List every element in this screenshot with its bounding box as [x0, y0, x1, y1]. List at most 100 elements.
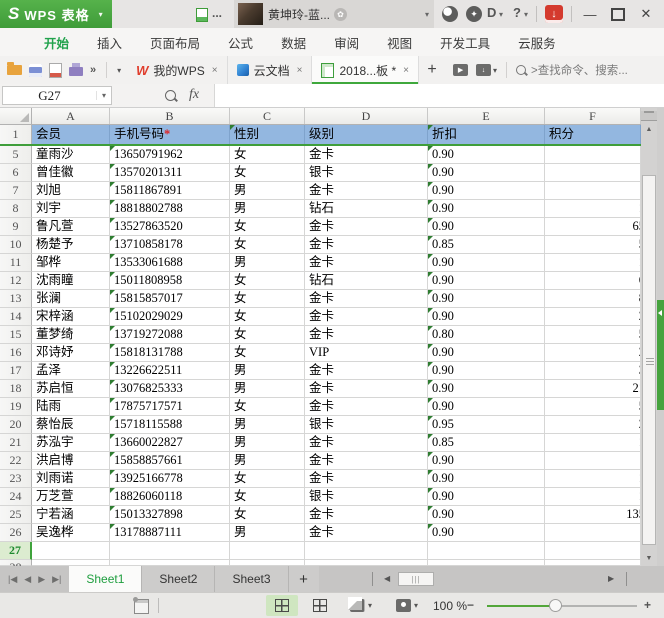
chevron-down-icon[interactable]: ▾	[524, 10, 528, 19]
cell-F8[interactable]: 1	[545, 200, 641, 218]
cell-A5[interactable]: 童雨沙	[32, 146, 110, 164]
docer-icon[interactable]: D	[487, 5, 496, 20]
cell-B6[interactable]: 13570201311	[110, 164, 230, 182]
cell-F23[interactable]: 1	[545, 470, 641, 488]
print-icon[interactable]	[69, 67, 83, 76]
row-header-8[interactable]: 8	[0, 200, 32, 218]
document-tab[interactable]: 2018...板 *×	[312, 56, 419, 84]
row-header-6[interactable]: 6	[0, 164, 32, 182]
cell-F22[interactable]	[545, 452, 641, 470]
new-tab-button[interactable]: +	[419, 61, 445, 79]
cell-B18[interactable]: 13076825333	[110, 380, 230, 398]
cell-C8[interactable]: 男	[230, 200, 305, 218]
cell-A21[interactable]: 苏泓宇	[32, 434, 110, 452]
save-icon[interactable]	[29, 64, 42, 77]
row-header-17[interactable]: 17	[0, 362, 32, 380]
ribbon-tab-数据[interactable]: 数据	[267, 33, 320, 52]
cell-B20[interactable]: 15718115588	[110, 416, 230, 434]
cell-B14[interactable]: 15102029029	[110, 308, 230, 326]
cell-F26[interactable]	[545, 524, 641, 542]
cell-A24[interactable]: 万芝萱	[32, 488, 110, 506]
row-header-12[interactable]: 12	[0, 272, 32, 290]
row-header-26[interactable]: 26	[0, 524, 32, 542]
cell-E12[interactable]: 0.90	[428, 272, 545, 290]
cell-C5[interactable]: 女	[230, 146, 305, 164]
scroll-left-icon[interactable]: ◀	[384, 574, 390, 583]
close-icon[interactable]: ×	[212, 65, 218, 76]
insert-function-icon[interactable]: fx	[189, 87, 199, 103]
cell-D23[interactable]: 金卡	[305, 470, 428, 488]
cell-C24[interactable]: 女	[230, 488, 305, 506]
row-header-9[interactable]: 9	[0, 218, 32, 236]
cell-D19[interactable]: 金卡	[305, 398, 428, 416]
task-pane-handle[interactable]	[657, 300, 664, 410]
column-header-B[interactable]: B	[110, 108, 230, 124]
import-document-icon[interactable]: ↓	[476, 64, 491, 76]
cell-B7[interactable]: 15811867891	[110, 182, 230, 200]
cell-E23[interactable]: 0.90	[428, 470, 545, 488]
header-cell-F1[interactable]: 积分	[545, 125, 641, 144]
cell-D27[interactable]	[305, 542, 428, 560]
cell-C21[interactable]: 男	[230, 434, 305, 452]
cell-C10[interactable]: 女	[230, 236, 305, 254]
chevron-down-icon[interactable]: ▾	[499, 10, 503, 19]
cell-C26[interactable]: 男	[230, 524, 305, 542]
cell-A6[interactable]: 曾佳徽	[32, 164, 110, 182]
search-function-icon[interactable]	[165, 90, 176, 101]
zoom-in-button[interactable]: +	[644, 598, 651, 612]
cell-B10[interactable]: 13710858178	[110, 236, 230, 254]
help-icon[interactable]: ?	[513, 5, 521, 20]
cell-F15[interactable]: 5	[545, 326, 641, 344]
cell-A15[interactable]: 董梦绮	[32, 326, 110, 344]
cell-B26[interactable]: 13178887111	[110, 524, 230, 542]
cell-F14[interactable]: 2	[545, 308, 641, 326]
download-upgrade-icon[interactable]: ↓	[545, 5, 563, 23]
column-header-F[interactable]: F	[545, 108, 641, 124]
cell-C19[interactable]: 女	[230, 398, 305, 416]
skin-theme-icon[interactable]	[442, 6, 458, 22]
sheet-tab-Sheet1[interactable]: Sheet1	[69, 566, 142, 592]
page-break-view-button[interactable]	[304, 595, 336, 616]
cell-F27[interactable]	[545, 542, 641, 560]
cell-B15[interactable]: 13719272088	[110, 326, 230, 344]
ribbon-tab-审阅[interactable]: 审阅	[320, 33, 373, 52]
cell-F10[interactable]: 5	[545, 236, 641, 254]
chevron-down-icon[interactable]: ▾	[414, 601, 418, 610]
cell-C27[interactable]	[230, 542, 305, 560]
row-header-7[interactable]: 7	[0, 182, 32, 200]
cell-E13[interactable]: 0.90	[428, 290, 545, 308]
workbook-status-icon[interactable]	[134, 599, 149, 614]
ribbon-tab-页面布局[interactable]: 页面布局	[136, 33, 214, 52]
cell-E8[interactable]: 0.90	[428, 200, 545, 218]
cell-E27[interactable]	[428, 542, 545, 560]
cell-D8[interactable]: 钻石	[305, 200, 428, 218]
cell-C14[interactable]: 女	[230, 308, 305, 326]
row-header-13[interactable]: 13	[0, 290, 32, 308]
cell-D13[interactable]: 金卡	[305, 290, 428, 308]
cell-D17[interactable]: 金卡	[305, 362, 428, 380]
row-header-11[interactable]: 11	[0, 254, 32, 272]
cell-F19[interactable]: 5	[545, 398, 641, 416]
cell-D18[interactable]: 金卡	[305, 380, 428, 398]
header-cell-E1[interactable]: 折扣	[428, 125, 545, 144]
vertical-scrollbar[interactable]: ▲ ▼	[641, 108, 657, 566]
row-header-14[interactable]: 14	[0, 308, 32, 326]
last-sheet-icon[interactable]: ▶|	[52, 574, 61, 585]
cell-F25[interactable]: 135	[545, 506, 641, 524]
row-header-21[interactable]: 21	[0, 434, 32, 452]
cell-C18[interactable]: 男	[230, 380, 305, 398]
cell-D7[interactable]: 金卡	[305, 182, 428, 200]
ribbon-tab-云服务[interactable]: 云服务	[504, 33, 570, 52]
cell-A8[interactable]: 刘宇	[32, 200, 110, 218]
play-presentation-icon[interactable]: ▶	[453, 64, 468, 76]
scroll-down-icon[interactable]: ▼	[641, 550, 657, 566]
header-cell-A1[interactable]: 会员	[32, 125, 110, 144]
sheet-tab-Sheet2[interactable]: Sheet2	[142, 566, 215, 592]
cell-D5[interactable]: 金卡	[305, 146, 428, 164]
cell-E5[interactable]: 0.90	[428, 146, 545, 164]
add-sheet-button[interactable]: +	[289, 566, 319, 592]
cell-E10[interactable]: 0.85	[428, 236, 545, 254]
cell-D15[interactable]: 金卡	[305, 326, 428, 344]
cell-A17[interactable]: 孟泽	[32, 362, 110, 380]
cell-F9[interactable]: 65	[545, 218, 641, 236]
